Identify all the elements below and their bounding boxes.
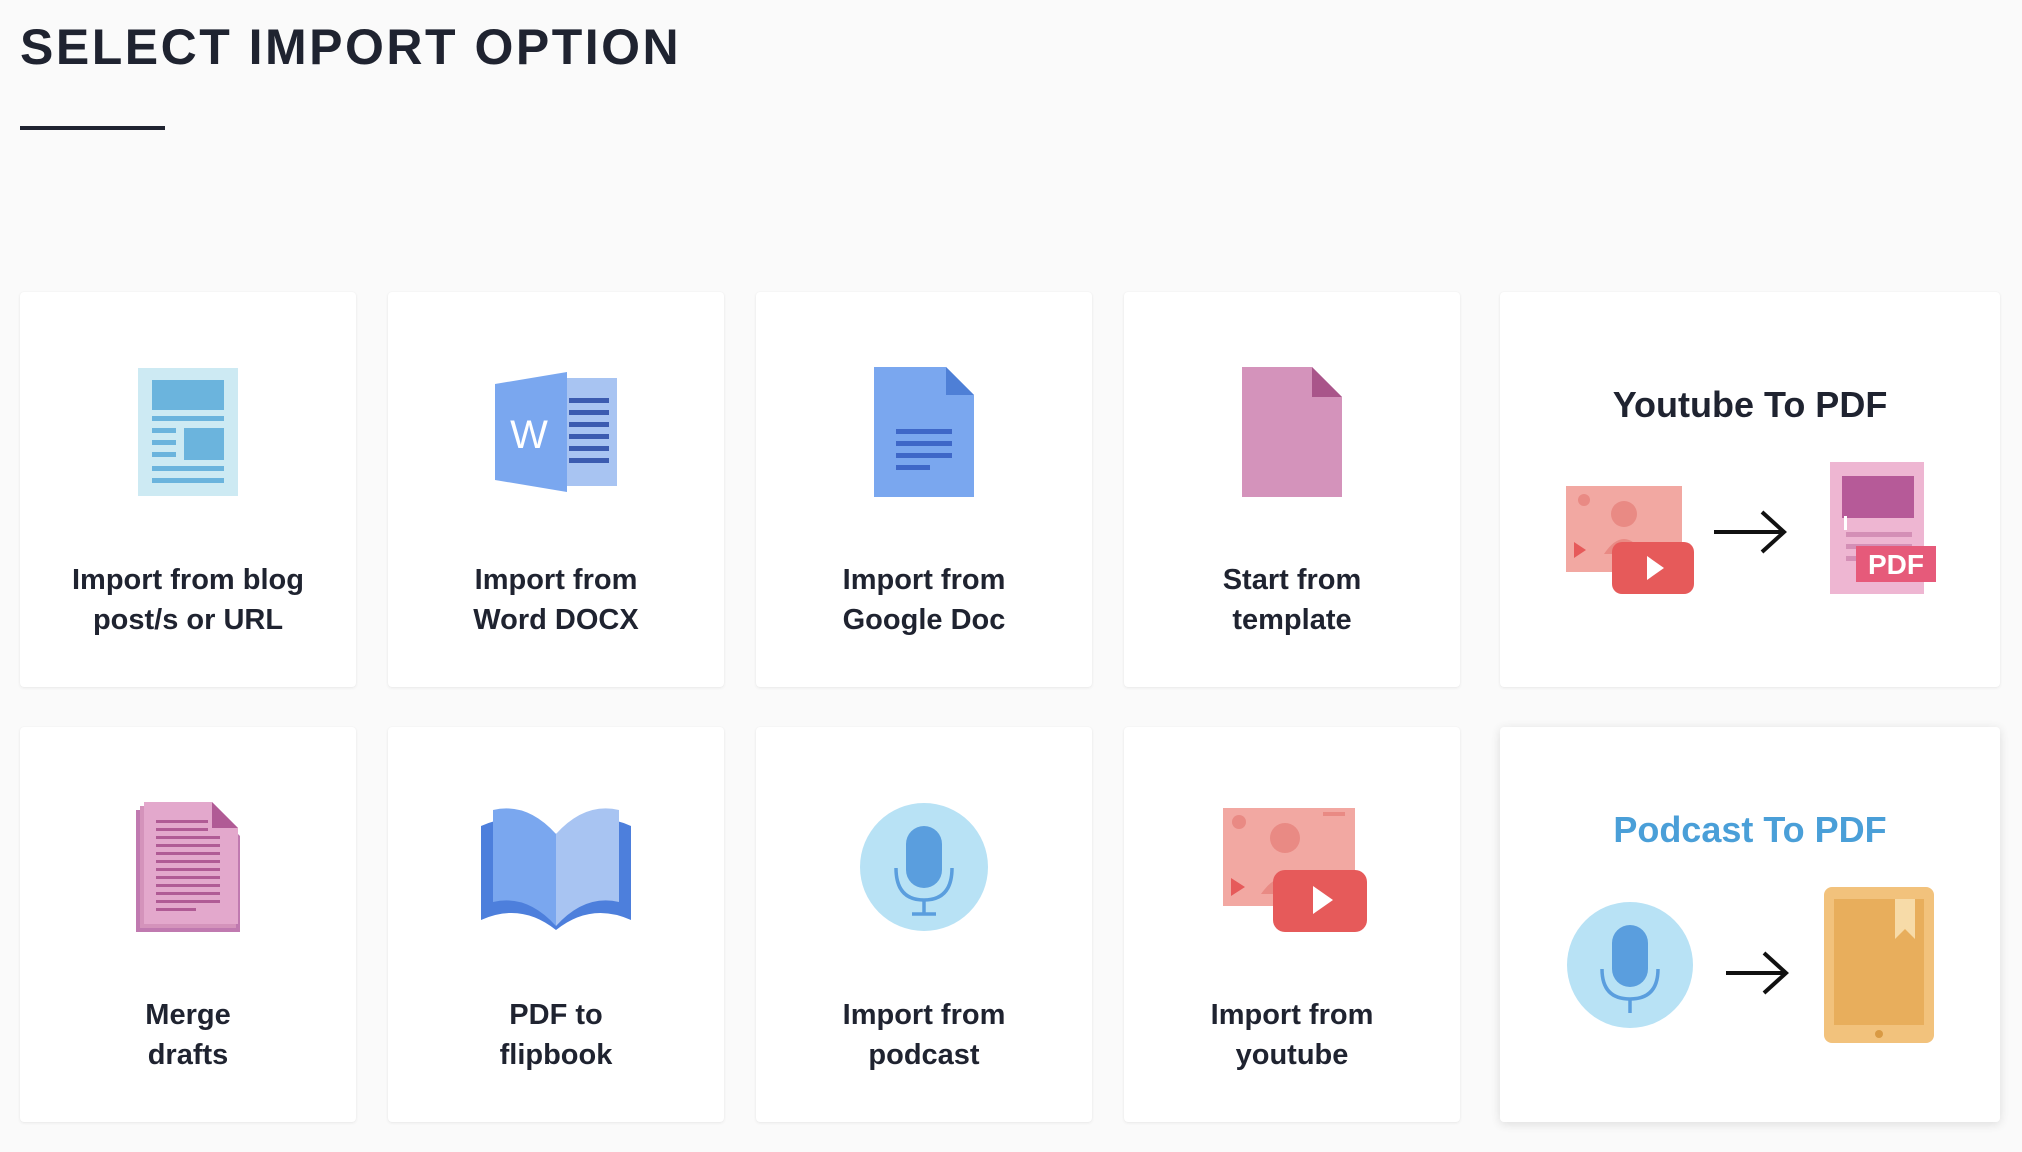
card-label: PDF to flipbook bbox=[499, 999, 613, 1071]
card-label: Merge drafts bbox=[145, 999, 231, 1071]
pdf-file-icon: PDF bbox=[1830, 462, 1936, 594]
card-pdf-to-flipbook[interactable]: PDF to flipbook bbox=[388, 727, 724, 1122]
open-book-icon bbox=[388, 797, 724, 937]
arrow-right-icon bbox=[1726, 951, 1789, 995]
card-import-google-doc[interactable]: Import from Google Doc bbox=[756, 292, 1092, 687]
card-import-word-docx[interactable]: W Import from Word DOCX bbox=[388, 292, 724, 687]
import-options-page: SELECT IMPORT OPTION Import from blog po… bbox=[0, 0, 2022, 1152]
arrow-right-icon bbox=[1714, 510, 1787, 554]
microphone-icon bbox=[1567, 902, 1693, 1028]
card-label: Import from Google Doc bbox=[842, 564, 1006, 636]
word-doc-icon: W bbox=[388, 362, 724, 502]
card-label: Import from blog post/s or URL bbox=[72, 564, 304, 636]
microphone-icon bbox=[756, 797, 1092, 937]
card-import-blog-url[interactable]: Import from blog post/s or URL bbox=[20, 292, 356, 687]
promo-podcast-to-pdf[interactable]: Podcast To PDF bbox=[1500, 727, 2000, 1122]
google-doc-icon bbox=[756, 362, 1092, 502]
promo-youtube-to-pdf[interactable]: Youtube To PDF PDF bbox=[1500, 292, 2000, 687]
svg-text:W: W bbox=[510, 413, 548, 457]
blog-page-icon bbox=[20, 362, 356, 502]
youtube-to-pdf-illustration: PDF bbox=[1566, 462, 1936, 594]
card-label: Start from template bbox=[1222, 564, 1362, 636]
card-merge-drafts[interactable]: Merge drafts bbox=[20, 727, 356, 1122]
card-import-podcast[interactable]: Import from podcast bbox=[756, 727, 1092, 1122]
card-label: Import from Word DOCX bbox=[473, 564, 639, 636]
stacked-docs-icon bbox=[20, 797, 356, 937]
podcast-to-pdf-illustration bbox=[1567, 887, 1934, 1043]
page-title: SELECT IMPORT OPTION bbox=[20, 19, 682, 75]
video-play-icon bbox=[1124, 797, 1460, 937]
tablet-ebook-icon bbox=[1824, 887, 1934, 1043]
card-start-from-template[interactable]: Start from template bbox=[1124, 292, 1460, 687]
video-play-icon bbox=[1566, 486, 1694, 594]
title-underline bbox=[20, 126, 165, 130]
card-import-youtube[interactable]: Import from youtube bbox=[1124, 727, 1460, 1122]
template-doc-icon bbox=[1124, 362, 1460, 502]
card-label: Import from podcast bbox=[842, 999, 1006, 1071]
pdf-badge-text: PDF bbox=[1868, 549, 1924, 580]
card-label: Import from youtube bbox=[1210, 999, 1374, 1071]
